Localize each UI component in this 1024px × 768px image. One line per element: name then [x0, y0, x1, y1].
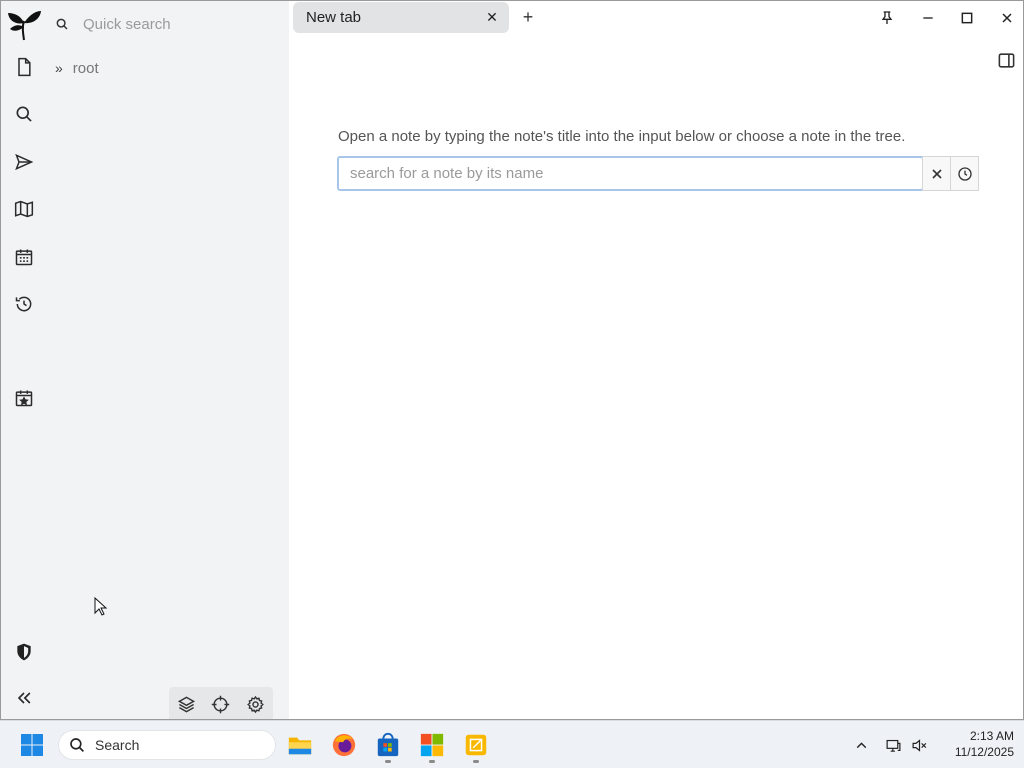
mouse-cursor-icon [94, 597, 108, 616]
close-tab-icon[interactable]: ✕ [483, 8, 501, 26]
chevron-double-right-icon[interactable]: » [55, 60, 63, 76]
clock-time: 2:13 AM [969, 729, 1014, 743]
firefox-icon[interactable] [328, 729, 360, 761]
tree-item-root[interactable]: » root [55, 58, 99, 78]
quick-search-input[interactable] [83, 15, 273, 33]
close-window-button[interactable] [995, 7, 1019, 29]
layers-icon[interactable] [173, 691, 199, 717]
pin-icon[interactable] [875, 7, 899, 29]
help-text: Open a note by typing the note's title i… [338, 128, 906, 145]
app-logo-icon[interactable] [6, 7, 42, 43]
search-icon[interactable] [8, 98, 40, 130]
network-icon[interactable] [883, 735, 903, 755]
tab-new-tab[interactable]: New tab ✕ [293, 2, 509, 33]
store-icon[interactable] [372, 729, 404, 763]
maximize-button[interactable] [955, 7, 979, 29]
close-icon [931, 168, 942, 179]
note-search-box [337, 156, 924, 191]
taskbar-clock[interactable]: 2:13 AM 11/12/2025 [936, 728, 1014, 760]
windows-start-icon[interactable] [20, 733, 44, 757]
left-pane: » root [47, 1, 289, 719]
history-icon[interactable] [8, 288, 40, 320]
tab-title: New tab [306, 9, 362, 26]
map-icon[interactable] [8, 193, 40, 225]
calendar-icon[interactable] [8, 241, 40, 273]
collapse-sidebar-icon[interactable] [8, 682, 40, 714]
clear-search-button[interactable] [922, 156, 951, 191]
recent-notes-button[interactable] [950, 156, 979, 191]
taskbar: Search 2:13 AM 11/12/2025 [0, 720, 1024, 768]
volume-muted-icon[interactable] [909, 735, 929, 755]
tree-toolbar [169, 687, 273, 719]
crosshair-icon[interactable] [208, 691, 234, 717]
quick-search [51, 9, 285, 39]
tree-item-label: root [72, 59, 99, 77]
shield-icon[interactable] [8, 636, 40, 668]
clock-date: 11/12/2025 [954, 745, 1014, 759]
minimize-button[interactable] [916, 7, 940, 29]
notes-app-icon[interactable] [460, 729, 492, 763]
chevron-up-icon[interactable] [851, 735, 871, 755]
tab-row: New tab ✕ + [289, 1, 1023, 35]
microsoft-icon[interactable] [416, 729, 448, 763]
taskbar-search[interactable]: Search [58, 730, 276, 760]
add-tab-button[interactable]: + [517, 6, 539, 28]
app-window: » root New tab ✕ + [0, 0, 1024, 720]
gear-icon[interactable] [243, 691, 269, 717]
taskbar-search-label: Search [95, 737, 140, 753]
search-icon [56, 18, 68, 30]
note-search-input[interactable] [339, 165, 922, 182]
file-explorer-icon[interactable] [284, 729, 316, 761]
launcher-bar [1, 1, 47, 719]
calendar-star-icon[interactable] [8, 382, 40, 414]
toggle-right-pane-icon[interactable] [995, 50, 1017, 70]
new-note-icon[interactable] [8, 51, 40, 83]
clock-icon [957, 166, 972, 181]
send-icon[interactable] [8, 146, 40, 178]
search-icon [70, 738, 84, 752]
